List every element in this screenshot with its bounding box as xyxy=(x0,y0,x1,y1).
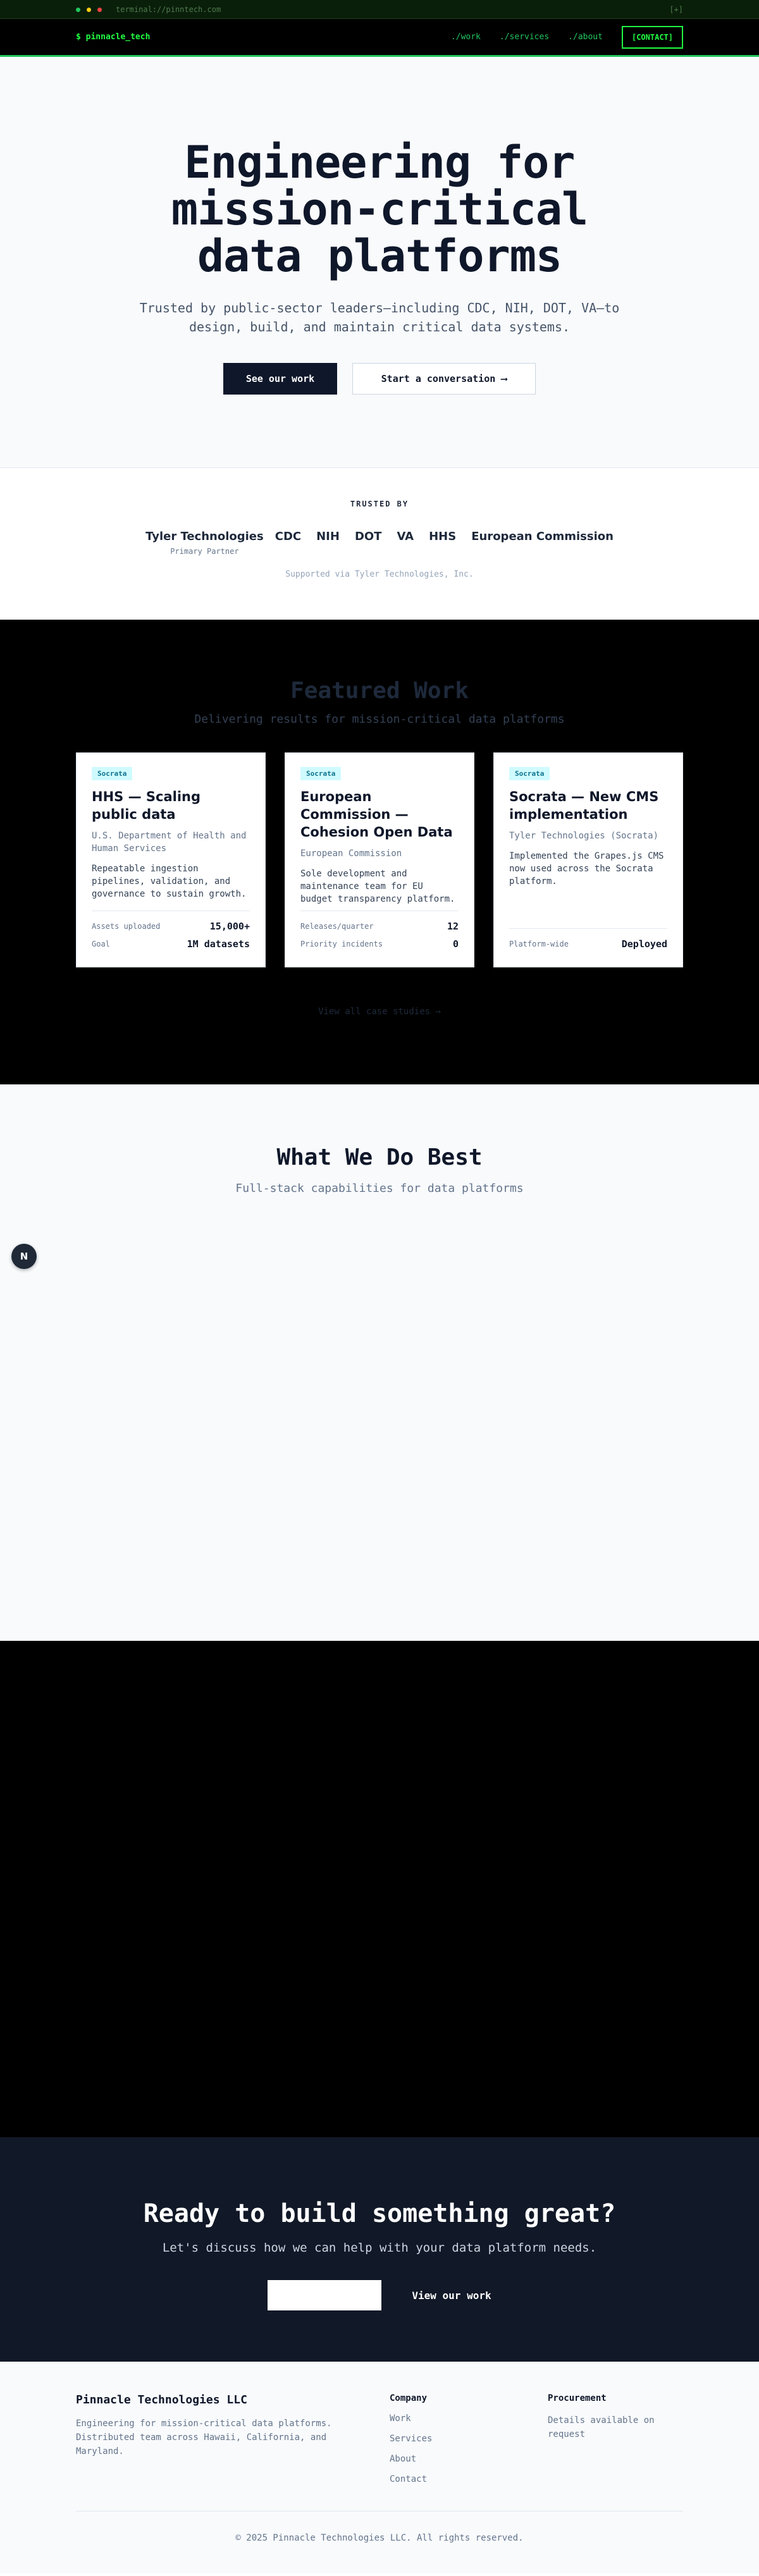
start-conversation-button[interactable]: Start a conversation ⟶ xyxy=(352,363,536,395)
case-study-card[interactable]: Socrata Socrata — New CMS implementation… xyxy=(493,752,683,967)
main-nav: $ pinnacle_tech ./work ./services ./abou… xyxy=(0,19,759,57)
hero-buttons: See our work Start a conversation ⟶ xyxy=(0,363,759,395)
cta-primary-button[interactable] xyxy=(268,2280,382,2310)
case-study-cards: Socrata HHS — Scaling public data U.S. D… xyxy=(76,752,683,967)
footer-tagline: Engineering for mission-critical data pl… xyxy=(76,2419,332,2456)
brand-logo[interactable]: $ pinnacle_tech xyxy=(76,32,150,42)
stat-value: Deployed xyxy=(621,938,667,950)
card-title: Socrata — New CMS implementation xyxy=(509,789,659,822)
card-description: Implemented the Grapes.js CMS now used a… xyxy=(509,851,664,886)
footer-about: Pinnacle Technologies LLC Engineering fo… xyxy=(76,2393,390,2484)
hero-subtitle: Trusted by public-sector leaders—includi… xyxy=(139,300,620,334)
logo-nih: NIH xyxy=(316,530,340,543)
footer-link-services[interactable]: Services xyxy=(390,2434,548,2444)
stat-label: Goal xyxy=(92,940,110,948)
logo-va: VA xyxy=(397,530,414,543)
footer-copyright: © 2025 Pinnacle Technologies LLC. All ri… xyxy=(76,2511,683,2543)
logo-dot: DOT xyxy=(354,530,382,543)
featured-subtitle: Delivering results for mission-critical … xyxy=(194,713,565,726)
logo-hhs: HHS xyxy=(429,530,457,543)
stat-label: Platform-wide xyxy=(509,940,569,948)
nav-link-work[interactable]: ./work xyxy=(451,32,481,42)
card-description: Repeatable ingestion pipelines, validati… xyxy=(92,864,247,899)
hero-title: Engineering for mission-critical data pl… xyxy=(171,137,588,282)
view-our-work-button[interactable]: View our work xyxy=(412,2290,491,2302)
hero-section: Engineering for mission-critical data pl… xyxy=(0,57,759,468)
contact-button[interactable]: [CONTACT] xyxy=(621,25,683,49)
case-study-card[interactable]: Socrata HHS — Scaling public data U.S. D… xyxy=(76,752,266,967)
partner-sub: Primary Partner xyxy=(170,547,239,556)
nav-link-services[interactable]: ./services xyxy=(500,32,549,42)
footer-link-contact[interactable]: Contact xyxy=(390,2474,548,2484)
what-we-do-subtitle: Full-stack capabilities for data platfor… xyxy=(235,1182,524,1195)
footer-company-links: Company Work Services About Contact xyxy=(390,2393,548,2484)
view-all-case-studies-link[interactable]: View all case studies → xyxy=(0,1007,759,1017)
what-we-do-section: What We Do Best Full-stack capabilities … xyxy=(0,1084,759,1641)
footer-procurement: Procurement Details available on request xyxy=(548,2393,674,2484)
footer-link-about[interactable]: About xyxy=(390,2454,548,2464)
featured-title: Featured Work xyxy=(290,678,469,704)
dark-section xyxy=(0,1641,759,2137)
partner-name: Tyler Technologies xyxy=(145,530,264,543)
card-stats: Releases/quarter 12 Priority incidents 0 xyxy=(300,911,459,953)
expand-button[interactable]: [+] xyxy=(669,5,683,14)
nav-link-about[interactable]: ./about xyxy=(568,32,603,42)
stat-value: 1M datasets xyxy=(187,938,250,950)
card-badge: Socrata xyxy=(92,767,133,780)
trusted-note: Supported via Tyler Technologies, Inc. xyxy=(285,570,474,579)
stat-row: Goal 1M datasets xyxy=(92,935,250,953)
floating-action-button[interactable]: N xyxy=(11,1244,37,1269)
site-footer: Pinnacle Technologies LLC Engineering fo… xyxy=(0,2362,759,2573)
what-we-do-title: What We Do Best xyxy=(276,1144,483,1170)
stat-row: Releases/quarter 12 xyxy=(300,917,459,935)
case-study-card[interactable]: Socrata European Commission — Cohesion O… xyxy=(285,752,474,967)
card-title: HHS — Scaling public data xyxy=(92,789,201,822)
card-stats: Platform-wide Deployed xyxy=(509,928,667,953)
partner-logo: Tyler Technologies Primary Partner xyxy=(145,530,264,556)
stat-value: 15,000+ xyxy=(209,921,250,932)
featured-work-section: Featured Work Delivering results for mis… xyxy=(0,620,759,1084)
stat-label: Assets uploaded xyxy=(92,922,161,931)
trusted-logos: Tyler Technologies Primary Partner CDC N… xyxy=(0,530,759,556)
red-dot-icon xyxy=(97,7,102,12)
cta-title: Ready to build something great? xyxy=(143,2199,616,2228)
card-badge: Socrata xyxy=(509,767,550,780)
stat-label: Priority incidents xyxy=(300,940,383,948)
stat-label: Releases/quarter xyxy=(300,922,374,931)
cta-buttons: View our work xyxy=(0,2280,759,2310)
card-client: U.S. Department of Health and Human Serv… xyxy=(92,831,247,854)
green-dot-icon xyxy=(76,7,80,12)
footer-company-name: Pinnacle Technologies LLC xyxy=(76,2393,247,2407)
yellow-dot-icon xyxy=(87,7,91,12)
trusted-label: TRUSTED BY xyxy=(350,500,409,508)
footer-link-work[interactable]: Work xyxy=(390,2413,548,2424)
terminal-url: terminal://pinntech.com xyxy=(116,5,221,14)
logo-european-commission: European Commission xyxy=(471,530,614,543)
stat-row: Priority incidents 0 xyxy=(300,935,459,953)
stat-value: 12 xyxy=(447,921,459,932)
trusted-by-section: TRUSTED BY Tyler Technologies Primary Pa… xyxy=(0,468,759,620)
terminal-bar: terminal://pinntech.com [+] xyxy=(0,0,759,19)
card-title: European Commission — Cohesion Open Data xyxy=(300,789,453,840)
footer-procurement-text: Details available on request xyxy=(548,2415,655,2439)
card-stats: Assets uploaded 15,000+ Goal 1M datasets xyxy=(92,911,250,953)
card-client: Tyler Technologies (Socrata) xyxy=(509,831,659,841)
see-our-work-button[interactable]: See our work xyxy=(223,363,337,395)
stat-value: 0 xyxy=(452,938,459,950)
stat-row: Platform-wide Deployed xyxy=(509,935,667,953)
cta-section: Ready to build something great? Let's di… xyxy=(0,2137,759,2362)
card-client: European Commission xyxy=(300,849,402,859)
card-description: Sole development and maintenance team fo… xyxy=(300,869,455,904)
nav-links: ./work ./services ./about [CONTACT] xyxy=(432,25,683,49)
card-badge: Socrata xyxy=(300,767,342,780)
footer-procurement-heading: Procurement xyxy=(548,2393,607,2403)
logo-cdc: CDC xyxy=(275,530,302,543)
footer-company-heading: Company xyxy=(390,2393,428,2403)
stat-row: Assets uploaded 15,000+ xyxy=(92,917,250,935)
cta-subtitle: Let's discuss how we can help with your … xyxy=(162,2241,597,2255)
